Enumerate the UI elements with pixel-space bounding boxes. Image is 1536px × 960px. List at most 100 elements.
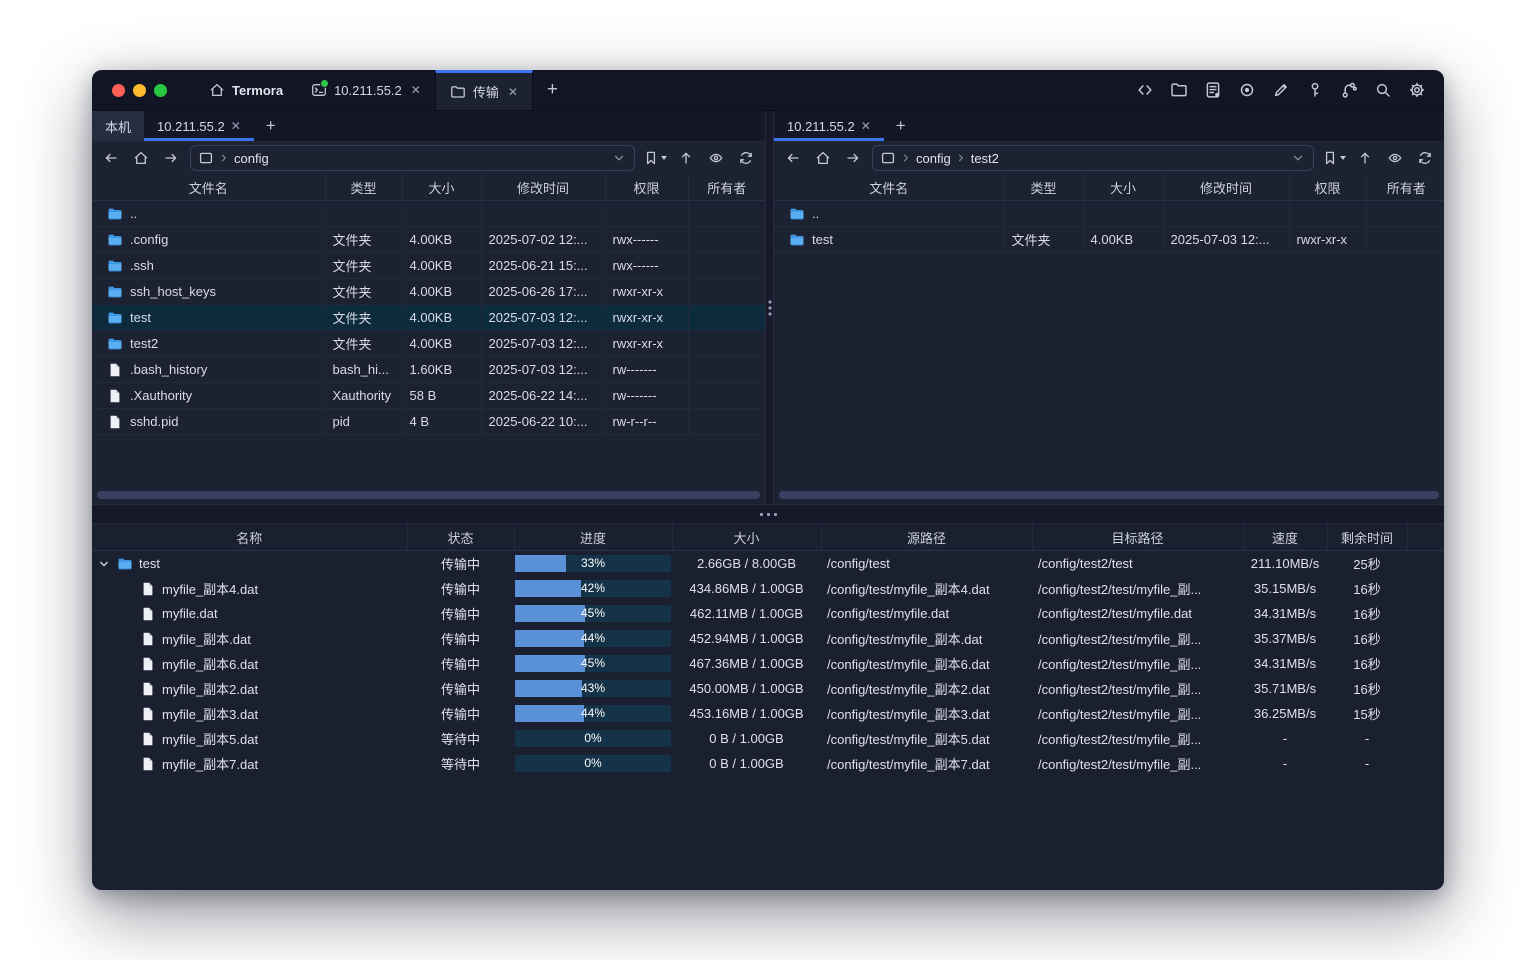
chevron-down-icon[interactable] <box>611 150 627 166</box>
col-target-path[interactable]: 目标路径 <box>1032 524 1243 551</box>
back-button[interactable] <box>782 147 804 169</box>
tab-close-button[interactable]: ✕ <box>231 119 241 133</box>
parent-directory-button[interactable] <box>1354 147 1376 169</box>
col-size[interactable]: 大小 <box>672 524 821 551</box>
file-row[interactable]: .. <box>92 201 765 227</box>
titlebar-tab-host[interactable]: 10.211.55.2 ✕ <box>297 70 435 110</box>
tab-local[interactable]: 本机 <box>92 111 144 141</box>
file-row[interactable]: .bash_historybash_hi...1.60KB2025-07-03 … <box>92 357 765 383</box>
parent-directory-button[interactable] <box>675 147 697 169</box>
chevron-down-icon[interactable] <box>1290 150 1306 166</box>
gear-icon[interactable] <box>1408 81 1426 99</box>
close-window-button[interactable] <box>112 84 125 97</box>
new-pane-tab-button[interactable]: + <box>254 111 288 141</box>
tab-host-left[interactable]: 10.211.55.2 ✕ <box>144 111 254 141</box>
folder-icon[interactable] <box>1170 81 1188 99</box>
col-remaining-time[interactable]: 剩余时间 <box>1327 524 1407 551</box>
file-icon <box>140 606 156 622</box>
transfer-splitter[interactable] <box>92 504 1444 524</box>
file-row[interactable]: test2文件夹4.00KB2025-07-03 12:...rwxr-xr-x <box>92 331 765 357</box>
forward-button[interactable] <box>160 147 182 169</box>
refresh-button[interactable] <box>1414 147 1436 169</box>
col-speed[interactable]: 速度 <box>1243 524 1327 551</box>
transfer-row[interactable]: myfile_副本3.dat传输中44%453.16MB / 1.00GB/co… <box>92 701 1444 726</box>
left-horizontal-scrollbar[interactable] <box>97 491 760 499</box>
col-source-path[interactable]: 源路径 <box>821 524 1032 551</box>
file-row[interactable]: .XauthorityXauthority58 B2025-06-22 14:.… <box>92 383 765 409</box>
minimize-window-button[interactable] <box>133 84 146 97</box>
titlebar-tab-transfer[interactable]: 传输 ✕ <box>435 70 533 110</box>
left-pane-empty-area <box>92 435 765 491</box>
col-filename[interactable]: 文件名 <box>774 174 1004 201</box>
col-mtime[interactable]: 修改时间 <box>1163 174 1289 201</box>
transfer-row[interactable]: myfile_副本4.dat传输中42%434.86MB / 1.00GB/co… <box>92 576 1444 601</box>
transfer-row[interactable]: myfile_副本6.dat传输中45%467.36MB / 1.00GB/co… <box>92 651 1444 676</box>
tab-close-button[interactable]: ✕ <box>411 83 421 97</box>
col-size[interactable]: 大小 <box>1083 174 1163 201</box>
transfer-row[interactable]: test传输中33%2.66GB / 8.00GB/config/test/co… <box>92 551 1444 577</box>
key-icon[interactable] <box>1306 81 1324 99</box>
right-horizontal-scrollbar[interactable] <box>779 491 1439 499</box>
show-hidden-button[interactable] <box>1384 147 1406 169</box>
pane-splitter[interactable] <box>765 111 774 504</box>
transfer-size: 434.86MB / 1.00GB <box>672 576 821 601</box>
col-filename[interactable]: 文件名 <box>92 174 325 201</box>
col-size[interactable]: 大小 <box>402 174 481 201</box>
chevron-down-icon[interactable] <box>97 557 111 571</box>
file-row[interactable]: test文件夹4.00KB2025-07-03 12:...rwxr-xr-x <box>774 227 1444 253</box>
col-name[interactable]: 名称 <box>92 524 407 551</box>
file-row[interactable]: ssh_host_keys文件夹4.00KB2025-06-26 17:...r… <box>92 279 765 305</box>
col-perm[interactable]: 权限 <box>1289 174 1366 201</box>
refresh-button[interactable] <box>735 147 757 169</box>
transfer-row[interactable]: myfile_副本5.dat等待中0%0 B / 1.00GB/config/t… <box>92 726 1444 751</box>
tab-host-right[interactable]: 10.211.55.2 ✕ <box>774 111 884 141</box>
show-hidden-button[interactable] <box>705 147 727 169</box>
right-path-field[interactable]: config test2 <box>872 145 1314 171</box>
col-type[interactable]: 类型 <box>325 174 402 201</box>
transfer-row[interactable]: myfile.dat传输中45%462.11MB / 1.00GB/config… <box>92 601 1444 626</box>
file-row[interactable]: .. <box>774 201 1444 227</box>
home-button[interactable] <box>812 147 834 169</box>
file-row[interactable]: sshd.pidpid4 B2025-06-22 10:...rw-r--r-- <box>92 409 765 435</box>
path-segment[interactable]: config <box>916 151 951 166</box>
col-mtime[interactable]: 修改时间 <box>481 174 605 201</box>
pencil-icon[interactable] <box>1272 81 1290 99</box>
search-icon[interactable] <box>1374 81 1392 99</box>
record-icon[interactable] <box>1238 81 1256 99</box>
transfer-row[interactable]: myfile_副本7.dat等待中0%0 B / 1.00GB/config/t… <box>92 751 1444 776</box>
transfer-row[interactable]: myfile_副本.dat传输中44%452.94MB / 1.00GB/con… <box>92 626 1444 651</box>
bookmark-button[interactable] <box>1322 150 1346 166</box>
file-type: pid <box>325 409 402 435</box>
file-type: 文件夹 <box>325 331 402 357</box>
document-icon[interactable] <box>1204 81 1222 99</box>
col-progress[interactable]: 进度 <box>514 524 672 551</box>
bookmark-dropdown-caret[interactable] <box>661 156 667 160</box>
file-row[interactable]: .ssh文件夹4.00KB2025-06-21 15:...rwx------ <box>92 253 765 279</box>
forward-button[interactable] <box>842 147 864 169</box>
back-button[interactable] <box>100 147 122 169</box>
tab-close-button[interactable]: ✕ <box>861 119 871 133</box>
transfer-row[interactable]: myfile_副本2.dat传输中43%450.00MB / 1.00GB/co… <box>92 676 1444 701</box>
eye-icon <box>708 150 724 166</box>
col-type[interactable]: 类型 <box>1004 174 1083 201</box>
path-segment[interactable]: config <box>234 151 269 166</box>
expand-toggle[interactable] <box>97 557 111 571</box>
maximize-window-button[interactable] <box>154 84 167 97</box>
tab-close-button[interactable]: ✕ <box>508 85 518 99</box>
col-status[interactable]: 状态 <box>407 524 514 551</box>
bookmark-button[interactable] <box>643 150 667 166</box>
file-row[interactable]: .config文件夹4.00KB2025-07-02 12:...rwx----… <box>92 227 765 253</box>
col-owner[interactable]: 所有者 <box>688 174 765 201</box>
col-perm[interactable]: 权限 <box>605 174 688 201</box>
code-icon[interactable] <box>1136 81 1154 99</box>
left-path-field[interactable]: config <box>190 145 635 171</box>
new-titlebar-tab-button[interactable]: + <box>533 70 572 110</box>
bookmark-dropdown-caret[interactable] <box>1340 156 1346 160</box>
path-segment[interactable]: test2 <box>971 151 999 166</box>
home-button[interactable] <box>130 147 152 169</box>
col-owner[interactable]: 所有者 <box>1366 174 1444 201</box>
new-pane-tab-button[interactable]: + <box>884 111 918 141</box>
branch-icon[interactable] <box>1340 81 1358 99</box>
file-row[interactable]: test文件夹4.00KB2025-07-03 12:...rwxr-xr-x <box>92 305 765 331</box>
app-home-tab[interactable]: Termora <box>195 70 297 110</box>
